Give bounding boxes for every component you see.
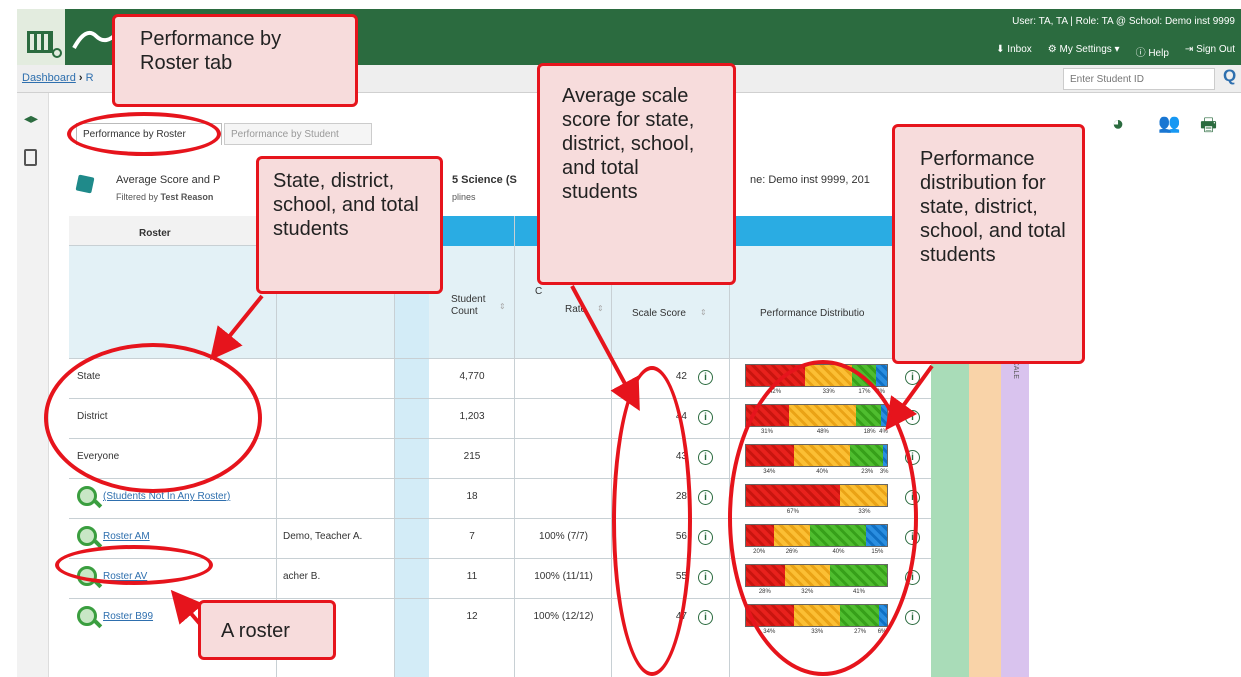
roster-header-fill: [69, 246, 276, 358]
filter-value: Test Reason: [160, 192, 214, 202]
pie-chart-icon[interactable]: ◕: [1112, 113, 1124, 136]
breadcrumb: Dashboard › R: [22, 72, 94, 84]
user-info: User: TA, TA | Role: TA @ School: Demo i…: [1012, 16, 1235, 27]
performance-header-label: Performance Distributio: [760, 308, 865, 319]
summary-title-part3: ne: Demo inst 9999, 201: [750, 174, 870, 186]
header-links: ⬇ Inbox ⚙ My Settings ▾ ⓘ Help ⇥ Sign Ou…: [996, 44, 1235, 59]
completion-rate-cell: 100% (11/11): [534, 571, 593, 582]
teacher-cell: Demo, Teacher A.: [283, 531, 363, 542]
breadcrumb-current: R: [82, 72, 94, 84]
score-info-icon[interactable]: i: [698, 610, 713, 625]
summary-title-part2: 5 Science (S: [452, 174, 517, 186]
callout-average-scale: Average scale score for state, district,…: [537, 63, 736, 285]
left-rail: [17, 93, 49, 677]
student-count-cell: 12: [466, 611, 478, 622]
magnifier-icon[interactable]: [77, 606, 97, 626]
student-count-cell: 7: [469, 531, 475, 542]
callout-a-roster: A roster: [198, 600, 336, 660]
summary-rows-oval: [44, 343, 262, 493]
callout-state-district: State, district, school, and total stude…: [256, 156, 443, 294]
score-info-icon[interactable]: i: [698, 410, 713, 425]
people-icon[interactable]: 👥: [1158, 113, 1180, 134]
breadcrumb-separator: ›: [75, 72, 83, 84]
sort-icon[interactable]: ⇕: [700, 308, 707, 317]
distribution-info-icon[interactable]: i: [905, 370, 920, 385]
score-info-icon[interactable]: i: [698, 370, 713, 385]
filter-prefix: Filtered by: [116, 192, 161, 202]
student-count-cell: 215: [463, 451, 481, 462]
sign-out-link[interactable]: ⇥ Sign Out: [1185, 44, 1235, 59]
roster-header-label: Roster: [139, 228, 171, 239]
performance-oval: [728, 360, 918, 676]
teacher-cell: acher B.: [283, 571, 321, 582]
callout-performance-distribution: Performance distribution for state, dist…: [892, 124, 1085, 364]
summary-filter-part2: plines: [452, 192, 476, 202]
my-settings-link[interactable]: ⚙ My Settings ▾: [1048, 44, 1120, 59]
score-info-icon[interactable]: i: [698, 490, 713, 505]
clipboard-icon[interactable]: [24, 149, 37, 166]
completion-header-label-2: Rate: [565, 304, 587, 315]
completion-rate-cell: 100% (7/7): [539, 531, 588, 542]
student-count-cell: 4,770: [459, 371, 485, 382]
cube-icon: [75, 174, 95, 194]
score-info-icon[interactable]: i: [698, 450, 713, 465]
roster-name-cell[interactable]: (Students Not In Any Roster): [103, 491, 303, 502]
student-count-cell: 18: [466, 491, 478, 502]
summary-filter: Filtered by Test Reason: [116, 192, 213, 202]
magnifier-icon[interactable]: [77, 526, 97, 546]
tab-performance-by-student[interactable]: Performance by Student: [224, 123, 372, 145]
tab-highlight-oval: [67, 112, 221, 156]
inbox-link[interactable]: ⬇ Inbox: [996, 44, 1032, 59]
roster-name-cell[interactable]: Roster AM: [103, 531, 303, 542]
roster-header: Roster: [69, 216, 276, 246]
magnifier-icon[interactable]: [77, 486, 97, 506]
search-icon[interactable]: Q: [1223, 66, 1236, 86]
student-count-header-label: Student Count: [451, 294, 486, 317]
app-logo: [17, 9, 67, 65]
scale-score-oval: [612, 366, 692, 676]
sort-icon[interactable]: ⇕: [499, 302, 506, 311]
summary-subject: 5 Science (S: [452, 174, 517, 186]
student-count-cell: 1,203: [459, 411, 485, 422]
scale-score-header-label: Scale Score: [632, 308, 686, 319]
help-link[interactable]: ⓘ Help: [1136, 44, 1169, 59]
student-count-cell: 11: [466, 571, 478, 582]
distribution-info-icon[interactable]: i: [905, 610, 920, 625]
score-info-icon[interactable]: i: [698, 530, 713, 545]
student-id-search-input[interactable]: [1063, 68, 1215, 90]
print-icon[interactable]: 🖶: [1200, 113, 1217, 143]
distribution-info-icon[interactable]: i: [905, 410, 920, 425]
callout-roster-tab: Performance by Roster tab: [112, 14, 358, 107]
sort-icon[interactable]: ⇕: [597, 304, 604, 313]
summary-title: Average Score and P: [116, 174, 221, 186]
expand-collapse-icon[interactable]: ◂▸: [24, 110, 38, 127]
roster-oval: [55, 545, 213, 585]
score-info-icon[interactable]: i: [698, 570, 713, 585]
breadcrumb-dashboard-link[interactable]: Dashboard: [22, 72, 76, 84]
bar-segment: [875, 365, 887, 386]
completion-rate-cell: 100% (12/12): [533, 611, 594, 622]
completion-header-label: C: [535, 286, 543, 297]
